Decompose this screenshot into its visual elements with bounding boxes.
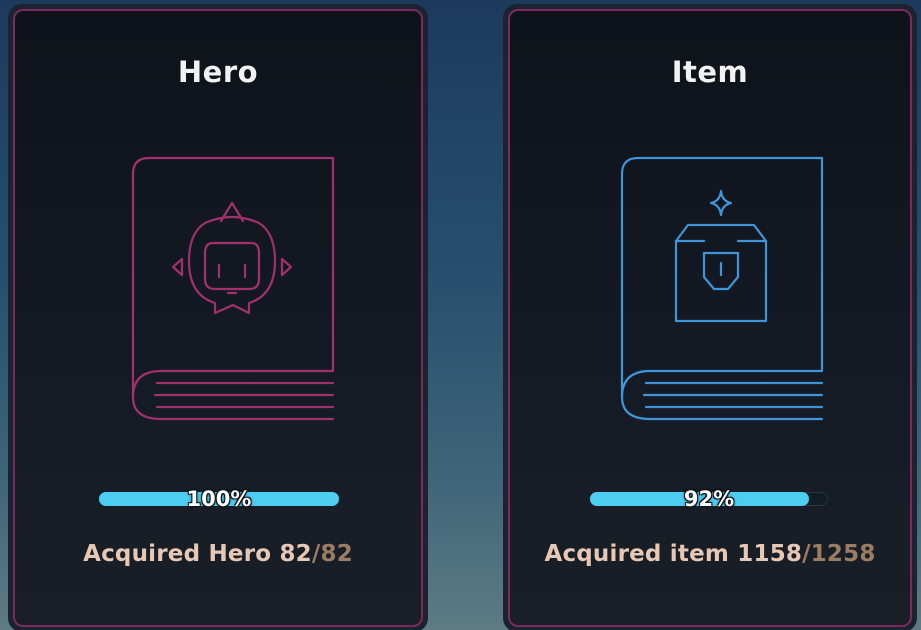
item-acquired-count: Acquired item 1158/1258 (510, 541, 910, 567)
hero-progress-bar: 100% (99, 487, 339, 511)
item-acquired-total: 1258 (810, 541, 876, 567)
item-acquired-separator: / (802, 541, 811, 567)
hero-book-icon (131, 156, 335, 421)
item-collection-card[interactable]: Item 92% Acquired item 1158/1258 (503, 4, 917, 630)
hero-acquired-total: 82 (320, 541, 353, 567)
item-card-title: Item (671, 55, 749, 89)
hero-acquired-count: Acquired Hero 82/82 (15, 541, 421, 567)
hero-acquired-value: 82 (279, 541, 312, 567)
item-acquired-label: Acquired item (544, 541, 730, 567)
item-acquired-value: 1158 (737, 541, 803, 567)
hero-progress-label: 100% (186, 487, 252, 511)
item-card-frame: Item 92% Acquired item 1158/1258 (508, 9, 912, 627)
hero-acquired-label: Acquired Hero (83, 541, 272, 567)
item-book-icon (620, 156, 824, 421)
item-progress-bar: 92% (590, 487, 828, 511)
hero-acquired-separator: / (311, 541, 321, 567)
hero-card-frame: Hero 100% Acquired Hero 82/82 (13, 9, 423, 627)
item-progress-label: 92% (683, 487, 735, 511)
hero-collection-card[interactable]: Hero 100% Acquired Hero 82/82 (8, 4, 428, 630)
hero-card-title: Hero (177, 55, 259, 89)
